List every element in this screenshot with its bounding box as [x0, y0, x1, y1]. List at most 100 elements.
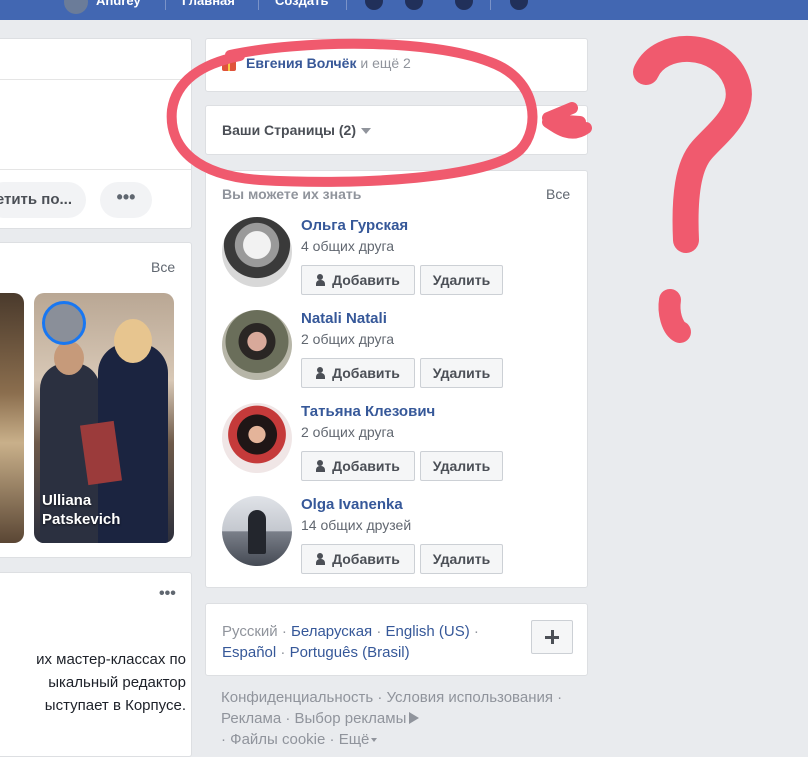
top-navigation-bar: Andrey Главная Создать — [0, 0, 808, 20]
remove-suggestion-button[interactable]: Удалить — [420, 451, 503, 481]
pages-options-icon[interactable]: ••• — [553, 120, 570, 138]
mutual-friends-count[interactable]: 14 общих друзей — [301, 517, 411, 533]
your-pages-card: Ваши Страницы (2) ••• — [205, 105, 588, 155]
nav-divider — [258, 0, 259, 10]
annotation-question-mark — [633, 36, 752, 253]
mutual-friends-count[interactable]: 2 общих друга — [301, 331, 394, 347]
terms-link[interactable]: Условия использования — [387, 689, 554, 706]
language-link[interactable]: Беларуская — [291, 623, 372, 640]
person-avatar[interactable] — [222, 217, 292, 287]
ad-choices-link[interactable]: Выбор рекламы — [295, 710, 407, 727]
remove-suggestion-button[interactable]: Удалить — [420, 358, 503, 388]
story-thumbnail[interactable]: Ulliana Patskevich — [34, 293, 174, 543]
ad-choices-icon — [409, 712, 420, 724]
language-link[interactable]: Español — [222, 644, 276, 661]
person-avatar[interactable] — [222, 496, 292, 566]
pymk-person: Natali Natali 2 общих друга Добавить Уда… — [222, 310, 582, 390]
create-link[interactable]: Создать — [275, 0, 328, 8]
home-link[interactable]: Главная — [182, 0, 235, 8]
story-author-avatar — [42, 301, 86, 345]
pymk-person: Olga Ivanenka 14 общих друзей Добавить У… — [222, 496, 582, 576]
add-friend-icon — [316, 274, 328, 286]
person-name-link[interactable]: Olga Ivanenka — [301, 496, 403, 513]
divider — [0, 79, 191, 80]
more-options-button[interactable]: ••• — [100, 182, 152, 218]
cookies-link[interactable]: Файлы cookie — [230, 731, 325, 748]
separator-dot: · — [325, 731, 339, 748]
pymk-see-all-link[interactable]: Все — [546, 186, 570, 202]
add-friend-icon — [316, 460, 328, 472]
gift-icon — [222, 57, 236, 71]
separator-dot: · — [276, 644, 290, 661]
pymk-title: Вы можете их знать — [222, 186, 362, 202]
add-friend-button[interactable]: Добавить — [301, 358, 415, 388]
language-list: Русский · Беларуская · English (US) · Es… — [222, 621, 522, 663]
person-name-link[interactable]: Natali Natali — [301, 310, 387, 327]
user-name-link[interactable]: Andrey — [96, 0, 141, 8]
nav-divider — [490, 0, 491, 10]
chevron-down-icon — [371, 738, 378, 743]
remove-suggestion-button[interactable]: Удалить — [420, 544, 503, 574]
language-link[interactable]: Português (Brasil) — [290, 644, 410, 661]
story-thumbnail[interactable] — [0, 293, 24, 543]
separator-dot: · — [553, 689, 563, 706]
post-text-line: их мастер-классах по — [36, 651, 186, 668]
nav-divider — [346, 0, 347, 10]
post-text: их мастер-классах по ыкальный редактор ы… — [0, 648, 186, 717]
separator-dot: · — [281, 710, 295, 727]
add-friend-button[interactable]: Добавить — [301, 544, 415, 574]
separator-dot: · — [469, 623, 479, 640]
chevron-down-icon — [361, 128, 371, 135]
your-pages-dropdown[interactable]: Ваши Страницы (2) — [222, 122, 371, 138]
composer-card: етить по... ••• — [0, 38, 192, 229]
birthday-others: и ещё 2 — [360, 55, 411, 71]
stories-card: Все Ulliana Patskevich — [0, 242, 192, 558]
separator-dot: · — [221, 731, 231, 748]
stories-see-all-link[interactable]: Все — [151, 259, 175, 275]
post-options-icon[interactable]: ••• — [159, 585, 176, 603]
post-text-line: ыкальный редактор — [48, 674, 186, 691]
story-author-name: Ulliana Patskevich — [42, 492, 121, 528]
mutual-friends-count[interactable]: 4 общих друга — [301, 238, 394, 254]
language-link[interactable]: English (US) — [386, 623, 470, 640]
add-friend-button[interactable]: Добавить — [301, 265, 415, 295]
mutual-friends-count[interactable]: 2 общих друга — [301, 424, 394, 440]
add-friend-label: Добавить — [332, 458, 400, 474]
pymk-person: Ольга Гурская 4 общих друга Добавить Уда… — [222, 217, 582, 297]
add-friend-icon — [316, 367, 328, 379]
friend-requests-icon[interactable] — [365, 0, 383, 10]
birthday-name[interactable]: Евгения Волчёк — [246, 55, 356, 71]
person-avatar[interactable] — [222, 310, 292, 380]
nav-divider — [165, 0, 166, 10]
privacy-link[interactable]: Конфиденциальность — [221, 689, 373, 706]
people-you-may-know-card: Вы можете их знать Все Ольга Гурская 4 о… — [205, 170, 588, 588]
separator-dot: · — [277, 623, 292, 640]
ads-link[interactable]: Реклама — [221, 710, 281, 727]
notifications-icon[interactable] — [455, 0, 473, 10]
add-friend-label: Добавить — [332, 551, 400, 567]
separator-dot: · — [372, 623, 386, 640]
pymk-person: Татьяна Клезович 2 общих друга Добавить … — [222, 403, 582, 483]
check-in-button[interactable]: етить по... — [0, 182, 86, 218]
birthdays-card[interactable]: Евгения Волчёк и ещё 2 — [205, 38, 588, 92]
post-text-line: ыступает в Корпусе. — [44, 697, 186, 714]
person-name-link[interactable]: Татьяна Клезович — [301, 403, 435, 420]
language-card: Русский · Беларуская · English (US) · Es… — [205, 603, 588, 676]
remove-suggestion-button[interactable]: Удалить — [420, 265, 503, 295]
annotation-question-dot — [658, 289, 691, 343]
divider — [0, 169, 191, 170]
person-name-link[interactable]: Ольга Гурская — [301, 217, 408, 234]
add-friend-label: Добавить — [332, 365, 400, 381]
more-link[interactable]: Ещё — [339, 731, 370, 748]
person-avatar[interactable] — [222, 403, 292, 473]
user-avatar[interactable] — [64, 0, 88, 14]
separator-dot: · — [373, 689, 387, 706]
birthday-text[interactable]: Евгения Волчёк и ещё 2 — [246, 55, 411, 71]
your-pages-label: Ваши Страницы (2) — [222, 122, 356, 138]
messenger-icon[interactable] — [405, 0, 423, 10]
add-friend-button[interactable]: Добавить — [301, 451, 415, 481]
add-friend-icon — [316, 553, 328, 565]
add-friend-label: Добавить — [332, 272, 400, 288]
help-icon[interactable] — [510, 0, 528, 10]
add-language-button[interactable] — [531, 620, 573, 654]
